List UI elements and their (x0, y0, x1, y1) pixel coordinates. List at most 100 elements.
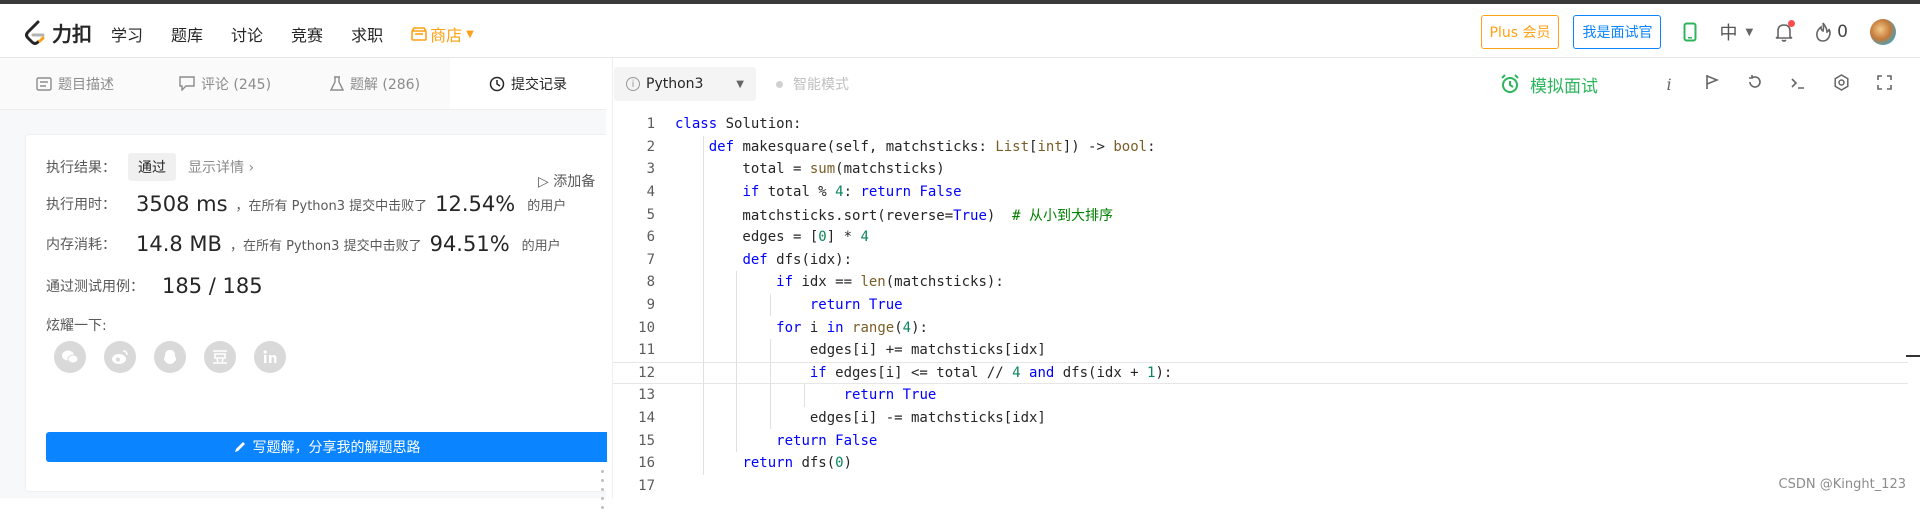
qq-icon[interactable] (154, 341, 186, 373)
mock-interview-button[interactable]: 模拟面试 (1500, 72, 1598, 97)
weibo-icon[interactable] (104, 341, 136, 373)
bell-icon[interactable] (1775, 20, 1796, 42)
description-icon (36, 76, 52, 91)
code-line[interactable]: 13 return True (613, 384, 1908, 407)
line-number: 2 (646, 138, 655, 155)
scrollbar-marker[interactable] (1906, 355, 1920, 357)
language-select[interactable]: i Python3 ▼ (614, 67, 756, 101)
submission-result-card: 执行结果： 通过 显示详情 › ▷ 添加备 执行用时： 3508 ms ，在所有… (25, 134, 607, 492)
plus-member-button[interactable]: Plus 会员 (1480, 15, 1560, 49)
runtime-value: 3508 ms (136, 192, 228, 216)
show-details-link[interactable]: 显示详情 › (188, 157, 254, 177)
tab-comments-label: 评论 (245) (200, 76, 272, 93)
line-number: 16 (638, 455, 655, 472)
line-number: 3 (646, 161, 655, 178)
code-area[interactable]: 1 class Solution: 2 def makesquare(self, m… (613, 110, 1920, 498)
code-line[interactable]: 2 def makesquare(self, matchsticks: List… (613, 136, 1908, 159)
code-line[interactable]: 17 (613, 475, 1908, 498)
code-text: edges[i] -= matchsticks[idx] (675, 410, 1046, 427)
nav-shop-label: 商店 (430, 26, 463, 45)
code-line[interactable]: 11 edges[i] += matchsticks[idx] (613, 339, 1908, 362)
alarm-clock-icon (1501, 74, 1519, 93)
code-line[interactable]: 12 if edges[i] <= total // 4 and dfs(idx… (613, 361, 1908, 385)
share-label-row: 炫耀一下: (46, 315, 107, 335)
reset-icon[interactable] (1745, 74, 1765, 94)
pane-resize-handle[interactable] (601, 470, 605, 514)
language-label: 中 (1719, 23, 1738, 44)
testcases-value: 185 / 185 (162, 274, 263, 298)
linkedin-icon[interactable] (254, 341, 286, 373)
code-text: if total % 4: return False (742, 184, 962, 201)
code-text: total = sum(matchsticks) (675, 161, 945, 178)
info-italic-icon[interactable]: i (1659, 75, 1679, 94)
logo[interactable]: 力扣 (24, 18, 92, 47)
add-note-button[interactable]: ▷ 添加备 (538, 171, 595, 191)
nav-problems[interactable]: 题库 (171, 22, 203, 46)
nav-learn[interactable]: 学习 (111, 22, 143, 46)
line-number: 9 (646, 297, 655, 314)
write-solution-button[interactable]: 写题解，分享我的解题思路 (46, 432, 607, 462)
status-badge: 通过 (128, 153, 176, 181)
code-line[interactable]: 4 if total % 4: return False (613, 181, 1908, 204)
code-text: class Solution: (675, 116, 802, 133)
tab-submissions[interactable]: 提交记录 (450, 58, 606, 109)
memory-row: 内存消耗： 14.8 MB ，在所有 Python3 提交中击败了 94.51%… (46, 232, 561, 256)
interviewer-button[interactable]: 我是面试官 (1573, 15, 1662, 49)
language-switch[interactable]: 中 ▼ (1719, 19, 1753, 45)
nav-discuss[interactable]: 讨论 (231, 22, 263, 46)
line-number: 1 (646, 116, 655, 133)
code-line[interactable]: 9 return True (613, 294, 1908, 317)
nav-contest[interactable]: 竞赛 (291, 22, 323, 46)
editor-tools: 模拟面试 i (1500, 58, 1894, 110)
line-number: 6 (646, 229, 655, 246)
show-details-label: 显示详情 (188, 160, 244, 176)
avatar[interactable] (1870, 19, 1896, 45)
mobile-icon[interactable] (1683, 22, 1697, 42)
runtime-row: 执行用时： 3508 ms ，在所有 Python3 提交中击败了 12.54%… (46, 192, 566, 216)
tab-solutions[interactable]: 题解 (286) (300, 58, 450, 109)
code-line[interactable]: 6 edges = [0] * 4 (613, 226, 1908, 249)
smart-mode-toggle[interactable]: 智能模式 (776, 74, 849, 94)
tab-bar: 题目描述 评论 (245) 题解 (286) 提交记录 (0, 58, 606, 110)
comment-icon (179, 76, 195, 91)
console-icon[interactable] (1788, 75, 1808, 94)
streak-counter[interactable]: 0 (1815, 22, 1848, 42)
code-text: edges[i] += matchsticks[idx] (675, 342, 1046, 359)
nav-jobs[interactable]: 求职 (351, 22, 383, 46)
douban-icon[interactable] (204, 341, 236, 373)
wechat-icon[interactable] (54, 341, 86, 373)
info-icon: i (626, 77, 640, 91)
code-line[interactable]: 7 def dfs(idx): (613, 249, 1908, 272)
smart-mode-label: 智能模式 (793, 77, 849, 93)
code-text: def makesquare(self, matchsticks: List[i… (708, 138, 1156, 155)
code-line[interactable]: 8 if idx == len(matchsticks): (613, 271, 1908, 294)
tab-description[interactable]: 题目描述 (0, 58, 150, 109)
code-line[interactable]: 1 class Solution: (613, 113, 1908, 136)
code-line[interactable]: 14 edges[i] -= matchsticks[idx] (613, 407, 1908, 430)
nav-shop[interactable]: 商店 ▼ (411, 22, 474, 46)
memory-label: 内存消耗： (46, 237, 116, 253)
code-editor-pane: i Python3 ▼ 智能模式 模拟面试 i 1 class Solution… (612, 58, 1920, 498)
watermark: CSDN @Kinght_123 (1778, 477, 1906, 492)
flask-icon (329, 75, 344, 91)
smart-mode-dot (776, 80, 783, 88)
code-line[interactable]: 10 for i in range(4): (613, 316, 1908, 339)
tab-comments[interactable]: 评论 (245) (150, 58, 300, 109)
logo-text: 力扣 (52, 22, 92, 46)
memory-percent: 94.51% (429, 232, 510, 256)
pencil-icon (234, 442, 245, 452)
line-number: 4 (646, 184, 655, 201)
top-navbar: 力扣 学习 题库 讨论 竞赛 求职 商店 ▼ Plus 会员 我是面试官 中 ▼ (0, 0, 1920, 58)
code-line[interactable]: 16 return dfs(0) (613, 452, 1908, 475)
line-number: 13 (638, 387, 655, 404)
settings-icon[interactable] (1831, 73, 1851, 95)
code-line[interactable]: 5 matchsticks.sort(reverse=True) # 从小到大排… (613, 203, 1908, 226)
fullscreen-icon[interactable] (1874, 74, 1894, 94)
code-text: if edges[i] <= total // 4 and dfs(idx + … (809, 364, 1173, 381)
code-line[interactable]: 15 return False (613, 429, 1908, 452)
flag-icon[interactable] (1702, 74, 1722, 94)
result-row: 执行结果： 通过 显示详情 › (46, 153, 254, 181)
memory-suffix: 的用户 (521, 238, 561, 254)
indent-guide (803, 384, 805, 407)
code-line[interactable]: 3 total = sum(matchsticks) (613, 158, 1908, 181)
